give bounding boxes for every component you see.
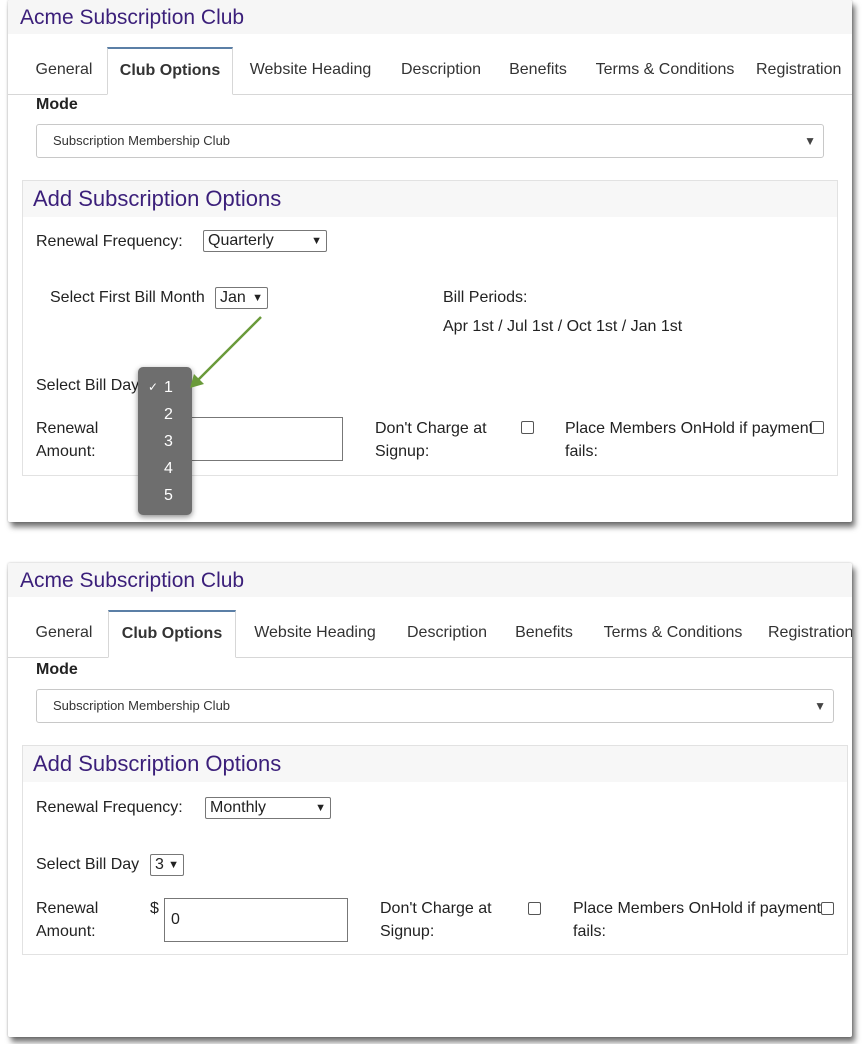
mode-label: Mode xyxy=(36,661,78,678)
tab-club-options[interactable]: Club Options xyxy=(108,610,236,658)
tab-bar: General Club Options Website Heading Des… xyxy=(8,610,852,658)
chevron-down-icon: ▼ xyxy=(168,859,179,871)
chevron-down-icon: ▼ xyxy=(814,699,826,713)
tab-benefits[interactable]: Benefits xyxy=(506,611,582,658)
dont-charge-label-line2: Signup: xyxy=(380,923,435,940)
mode-select[interactable]: Subscription Membership Club ▼ xyxy=(36,689,834,723)
app-title: Acme Subscription Club xyxy=(20,569,245,592)
renewal-frequency-value: Monthly xyxy=(210,799,267,816)
renewal-amount-label-line2: Amount: xyxy=(36,923,96,940)
tab-website-heading[interactable]: Website Heading xyxy=(242,611,388,658)
screenshot-panel-quarterly: Acme Subscription Club General Club Opti… xyxy=(8,0,852,522)
card-header: Add Subscription Options xyxy=(23,746,847,782)
tab-terms-conditions[interactable]: Terms & Conditions xyxy=(592,611,754,658)
renewal-amount-input[interactable]: 0 xyxy=(164,898,348,942)
subscription-options-card: Add Subscription Options Renewal Frequen… xyxy=(22,745,848,955)
arrow-icon xyxy=(190,316,262,388)
section-title: Add Subscription Options xyxy=(33,751,282,776)
onhold-label-line2: fails: xyxy=(573,923,606,940)
bill-day-value: 3 xyxy=(155,856,164,873)
mode-select-value: Subscription Membership Club xyxy=(53,698,231,713)
title-bar: Acme Subscription Club xyxy=(8,563,852,597)
dont-charge-label-line1: Don't Charge at xyxy=(380,900,492,917)
bill-day-select[interactable]: 3 ▼ xyxy=(150,854,184,876)
renewal-frequency-label: Renewal Frequency: xyxy=(36,799,183,816)
screenshot-panel-monthly: Acme Subscription Club General Club Opti… xyxy=(8,563,852,1037)
bill-day-label: Select Bill Day xyxy=(36,856,140,873)
tab-description[interactable]: Description xyxy=(398,611,496,658)
dont-charge-checkbox[interactable] xyxy=(528,902,541,915)
tab-general[interactable]: General xyxy=(22,611,106,658)
tab-registration[interactable]: Registration xyxy=(768,611,852,658)
onhold-label-line1: Place Members OnHold if payment xyxy=(573,900,822,917)
renewal-frequency-select[interactable]: Monthly ▼ xyxy=(205,797,331,819)
chevron-down-icon: ▼ xyxy=(315,802,326,814)
currency-symbol: $ xyxy=(150,900,159,917)
onhold-checkbox[interactable] xyxy=(821,902,834,915)
renewal-amount-label-line1: Renewal xyxy=(36,900,99,917)
